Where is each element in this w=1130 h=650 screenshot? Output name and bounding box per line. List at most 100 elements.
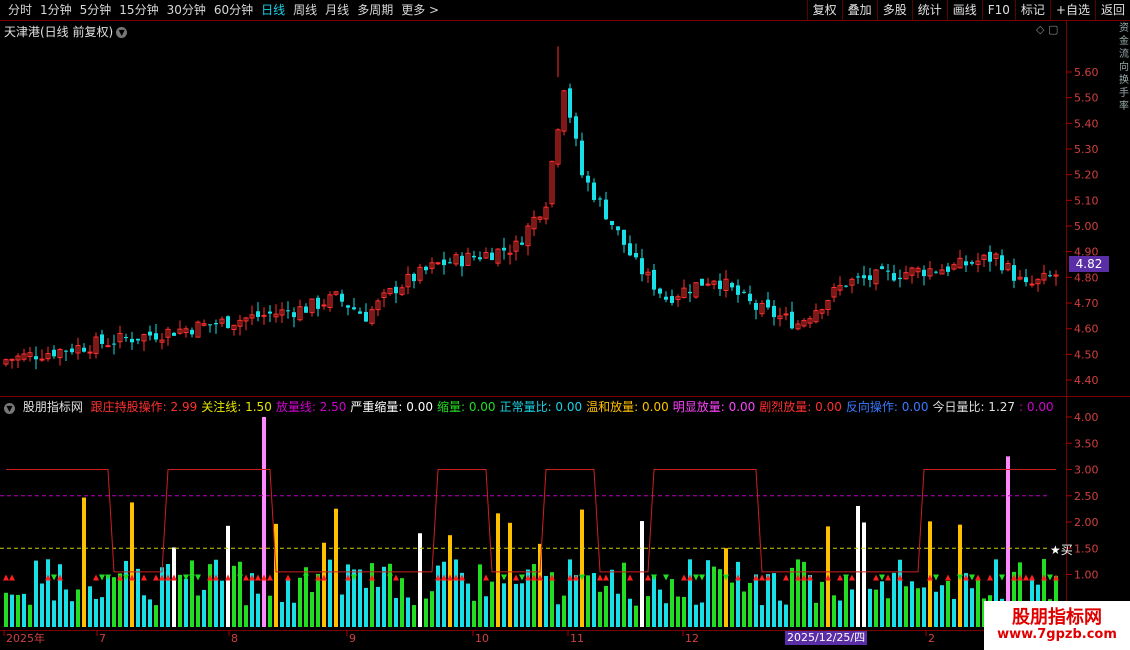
up-triangle bbox=[483, 574, 489, 581]
candle-body bbox=[52, 349, 56, 357]
candle-body bbox=[862, 275, 866, 279]
candle-body bbox=[261, 314, 267, 317]
candle-body bbox=[964, 261, 968, 266]
date-cursor-label: 2025/12/25/四 bbox=[785, 631, 868, 645]
volume-ratio-bar bbox=[490, 581, 494, 627]
volume-ratio-bar bbox=[724, 548, 728, 627]
volume-ratio-bar bbox=[220, 580, 224, 627]
up-triangle bbox=[3, 574, 9, 581]
indicator-tick-label: 3.00 bbox=[1074, 464, 1099, 477]
volume-ratio-bar bbox=[562, 595, 566, 627]
volume-ratio-bar bbox=[4, 592, 8, 627]
volume-ratio-bar bbox=[34, 560, 38, 627]
up-triangle bbox=[165, 574, 171, 581]
volume-ratio-bar bbox=[544, 575, 548, 627]
candle-body bbox=[82, 347, 86, 352]
candle-body bbox=[622, 229, 626, 245]
price-tick-label: 5.50 bbox=[1074, 92, 1099, 105]
price-axis: 5.605.505.405.305.205.105.004.904.804.70… bbox=[1066, 66, 1099, 387]
volume-ratio-bar bbox=[832, 595, 836, 627]
chevron-down-icon[interactable]: ▼ bbox=[4, 403, 15, 414]
candle-body bbox=[700, 278, 704, 286]
volume-ratio-bar bbox=[214, 559, 218, 627]
candle-body bbox=[136, 338, 140, 341]
volume-ratio-bar bbox=[874, 589, 878, 627]
price-tick-label: 4.40 bbox=[1074, 374, 1099, 387]
watermark: 股朋指标网 www.7gpzb.com bbox=[984, 601, 1130, 650]
candle-body bbox=[616, 226, 620, 231]
price-tick-label: 4.60 bbox=[1074, 323, 1099, 336]
volume-ratio-bar bbox=[844, 576, 848, 627]
price-tick-label: 4.50 bbox=[1074, 348, 1099, 361]
candle-body bbox=[34, 356, 38, 360]
indicator-lines bbox=[0, 469, 1056, 573]
candle-body bbox=[460, 255, 464, 267]
date-tick-label: 12 bbox=[685, 632, 699, 645]
date-tick-label: 2 bbox=[928, 632, 935, 645]
price-tick-label: 5.20 bbox=[1074, 169, 1099, 182]
up-triangle bbox=[549, 574, 555, 581]
candle-body bbox=[922, 269, 926, 277]
up-triangle bbox=[441, 574, 447, 581]
up-triangle bbox=[129, 574, 135, 581]
volume-ratio-bar bbox=[40, 583, 44, 627]
volume-ratio-bar bbox=[502, 583, 506, 627]
volume-ratio-bar bbox=[178, 574, 182, 627]
indicator-item: 跟庄持股操作: 2.99 bbox=[90, 400, 198, 414]
volume-ratio-bar bbox=[892, 572, 896, 627]
down-triangle bbox=[843, 574, 849, 581]
volume-ratio-bar bbox=[118, 573, 122, 627]
candle-body bbox=[478, 257, 482, 260]
volume-ratio-bar bbox=[610, 569, 614, 627]
candle-body bbox=[718, 280, 722, 289]
indicator-item: 温和放量: 0.00 bbox=[586, 400, 669, 414]
down-triangle bbox=[387, 574, 393, 581]
down-triangle bbox=[501, 574, 507, 581]
up-triangle bbox=[1053, 574, 1059, 581]
up-triangle bbox=[783, 574, 789, 581]
candle-body bbox=[304, 306, 308, 313]
volume-ratio-bar bbox=[142, 595, 146, 627]
up-triangle bbox=[159, 574, 165, 581]
up-triangle bbox=[573, 574, 579, 581]
indicator-tick-label: 3.50 bbox=[1074, 437, 1099, 450]
candle-body bbox=[592, 182, 596, 200]
volume-ratio-bar bbox=[730, 582, 734, 627]
candle-body bbox=[1029, 283, 1035, 286]
indicator-tick-label: 1.50 bbox=[1074, 542, 1099, 555]
candle-body bbox=[1012, 265, 1016, 281]
up-triangle bbox=[963, 574, 969, 581]
up-triangle bbox=[9, 574, 15, 581]
indicator-legend: ▼ 股朋指标网 跟庄持股操作: 2.99 关注线: 1.50 放量线: 2.50 严重… bbox=[4, 398, 1062, 415]
volume-ratio-bar bbox=[796, 559, 800, 627]
indicator-name[interactable]: 股朋指标网 bbox=[23, 400, 83, 414]
up-triangle bbox=[513, 574, 519, 581]
candle-body bbox=[856, 276, 860, 278]
volume-ratio-bar bbox=[742, 591, 746, 627]
up-triangle bbox=[801, 574, 807, 581]
candle-body bbox=[790, 311, 794, 329]
candle-body bbox=[598, 198, 602, 200]
volume-ratio-bar bbox=[16, 594, 20, 627]
up-triangle bbox=[453, 574, 459, 581]
candle-body bbox=[868, 275, 872, 280]
volume-ratio-bar bbox=[790, 567, 794, 627]
up-triangle bbox=[759, 574, 765, 581]
right-side-strip[interactable]: 资金流向换手率 bbox=[1119, 22, 1130, 398]
volume-ratio-bar bbox=[910, 581, 914, 627]
indicator-item: 严重缩量: 0.00 bbox=[350, 400, 433, 414]
candle-body bbox=[688, 291, 692, 294]
kline-chart[interactable]: 5.605.505.405.305.205.105.004.904.804.70… bbox=[0, 0, 1130, 650]
down-triangle bbox=[195, 574, 201, 581]
candle-body bbox=[226, 316, 230, 328]
up-triangle bbox=[93, 574, 99, 581]
volume-ratio-bar bbox=[850, 589, 854, 627]
volume-ratio-bar bbox=[94, 598, 98, 627]
volume-ratio-bar bbox=[136, 568, 140, 627]
volume-ratio-bar bbox=[406, 597, 410, 627]
date-tick-label: 10 bbox=[475, 632, 489, 645]
candle-body bbox=[736, 285, 740, 295]
volume-ratio-bar bbox=[58, 564, 62, 627]
volume-ratio-bar bbox=[130, 502, 134, 627]
candlesticks bbox=[3, 46, 1059, 370]
